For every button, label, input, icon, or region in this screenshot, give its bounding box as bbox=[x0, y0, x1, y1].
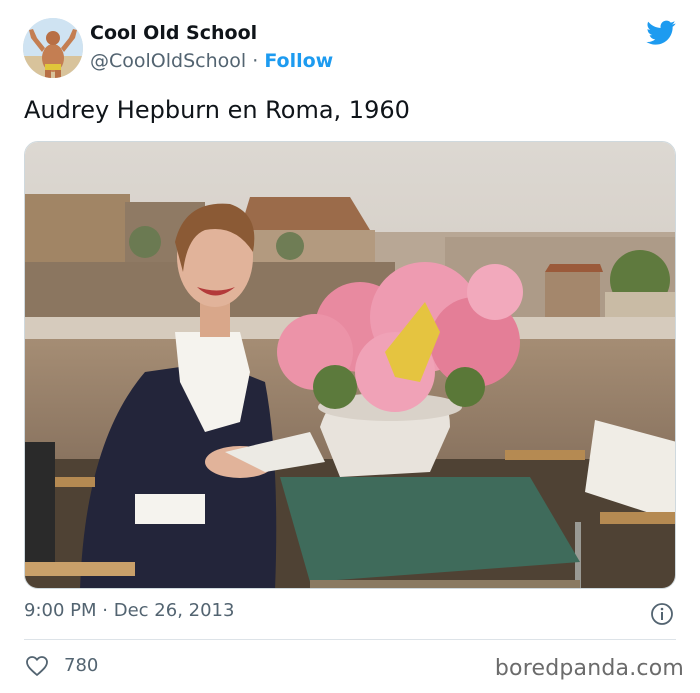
twitter-bird-icon[interactable] bbox=[646, 20, 676, 46]
like-count: 780 bbox=[64, 655, 99, 676]
handle-separator: · bbox=[252, 50, 259, 72]
timestamp-separator: · bbox=[102, 600, 108, 621]
user-handle[interactable]: @CoolOldSchool bbox=[90, 50, 246, 72]
handle-row: @CoolOldSchool · Follow bbox=[90, 50, 333, 72]
photo-image bbox=[25, 142, 675, 588]
tweet-timestamp[interactable]: 9:00 PM · Dec 26, 2013 bbox=[24, 600, 234, 621]
avatar[interactable] bbox=[23, 18, 83, 78]
tweet-time: 9:00 PM bbox=[24, 600, 97, 621]
watermark: boredpanda.com bbox=[494, 656, 684, 681]
follow-button[interactable]: Follow bbox=[264, 50, 333, 72]
info-icon[interactable] bbox=[650, 602, 674, 626]
tweet-photo[interactable] bbox=[24, 141, 676, 589]
divider bbox=[24, 639, 676, 640]
heart-icon[interactable] bbox=[25, 654, 49, 678]
avatar-image bbox=[23, 18, 83, 78]
display-name[interactable]: Cool Old School bbox=[90, 22, 257, 44]
tweet-text: Audrey Hepburn en Roma, 1960 bbox=[24, 96, 410, 124]
tweet-date: Dec 26, 2013 bbox=[113, 600, 235, 621]
